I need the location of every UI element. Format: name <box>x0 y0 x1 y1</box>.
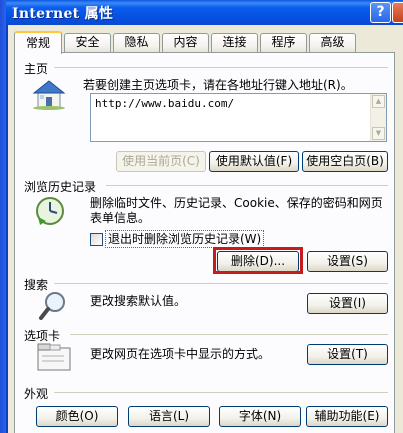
window-title-latin: Internet <box>12 6 80 22</box>
url-scrollbar[interactable]: ▲ ▼ <box>370 94 386 141</box>
history-clock-icon <box>36 197 64 225</box>
delete-on-exit-label[interactable]: 退出时删除浏览历史记录(W) <box>105 230 265 248</box>
homepage-description: 若要创建主页选项卡，请在各地址行键入地址(R)。 <box>83 78 353 92</box>
tabs-settings-button[interactable]: 设置(T) <box>307 344 388 365</box>
tabbed-window-icon <box>37 343 71 371</box>
use-default-button[interactable]: 使用默认值(F) <box>209 151 299 172</box>
homepage-heading: 主页 <box>24 62 49 76</box>
history-description-line2: 表单信息。 <box>90 211 151 225</box>
homepage-divider <box>54 67 388 68</box>
tabs-divider <box>70 334 388 335</box>
colors-button[interactable]: 颜色(O) <box>36 406 118 427</box>
close-button[interactable] <box>392 2 403 23</box>
tab-connections[interactable]: 连接 <box>211 33 258 52</box>
title-bar[interactable]: Internet 属性 ? <box>6 0 403 25</box>
appearance-heading: 外观 <box>24 387 49 401</box>
tab-security[interactable]: 安全 <box>64 33 111 52</box>
accessibility-button[interactable]: 辅助功能(E) <box>306 406 388 427</box>
tabs-description: 更改网页在选项卡中显示的方式。 <box>90 347 271 361</box>
tab-advanced[interactable]: 高级 <box>309 33 356 52</box>
search-divider <box>54 283 388 284</box>
tab-content[interactable]: 内容 <box>162 33 209 52</box>
tab-programs[interactable]: 程序 <box>260 33 307 52</box>
appearance-divider <box>54 392 388 393</box>
fonts-button[interactable]: 字体(N) <box>219 406 301 427</box>
tab-general[interactable]: 常规 <box>14 31 62 54</box>
homepage-url-textarea[interactable]: http://www.baidu.com/ ▲ ▼ <box>90 93 387 142</box>
help-button[interactable]: ? <box>370 2 391 23</box>
scroll-down-icon[interactable]: ▼ <box>372 127 385 140</box>
window-title: Internet 属性 <box>12 3 113 23</box>
search-settings-button[interactable]: 设置(I) <box>307 293 388 314</box>
search-description: 更改搜索默认值。 <box>90 294 187 308</box>
internet-options-dialog: Internet 属性 ? 常规 安全 隐私 内容 连接 程序 高级 主页 若要… <box>6 0 403 433</box>
house-icon <box>32 80 66 110</box>
use-blank-button[interactable]: 使用空白页(B) <box>302 151 388 172</box>
delete-button-highlight-box <box>213 247 303 274</box>
history-settings-button[interactable]: 设置(S) <box>307 251 388 272</box>
use-current-button[interactable]: 使用当前页(C) <box>116 151 206 172</box>
languages-button[interactable]: 语言(L) <box>128 406 210 427</box>
homepage-url-value: http://www.baidu.com/ <box>95 97 235 110</box>
tab-privacy[interactable]: 隐私 <box>113 33 160 52</box>
magnifier-icon <box>39 292 65 320</box>
delete-on-exit-checkbox[interactable] <box>90 233 103 246</box>
history-heading: 浏览历史记录 <box>24 180 97 194</box>
history-divider <box>106 185 388 186</box>
history-description-line1: 删除临时文件、历史记录、Cookie、保存的密码和网页 <box>90 196 383 210</box>
window-title-cjk: 属性 <box>84 6 114 22</box>
scroll-up-icon[interactable]: ▲ <box>372 95 385 108</box>
